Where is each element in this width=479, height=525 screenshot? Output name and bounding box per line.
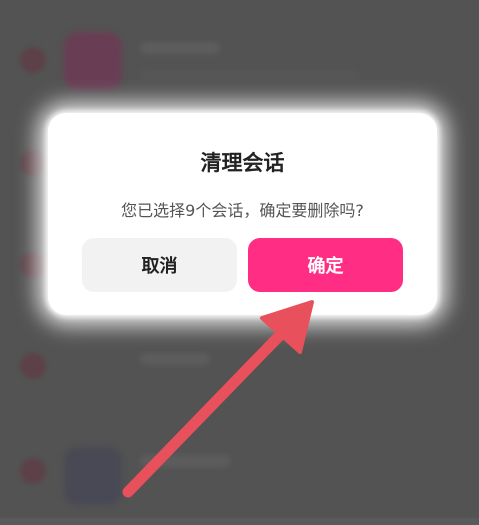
confirm-button[interactable]: 确定 — [248, 238, 403, 292]
dialog-title: 清理会话 — [200, 151, 285, 175]
dialog-message: 您已选择9个会话，确定要删除吗? — [121, 201, 364, 220]
cancel-button[interactable]: 取消 — [82, 238, 237, 292]
clear-conversations-dialog: 清理会话 您已选择9个会话，确定要删除吗? 取消 确定 — [48, 113, 437, 315]
